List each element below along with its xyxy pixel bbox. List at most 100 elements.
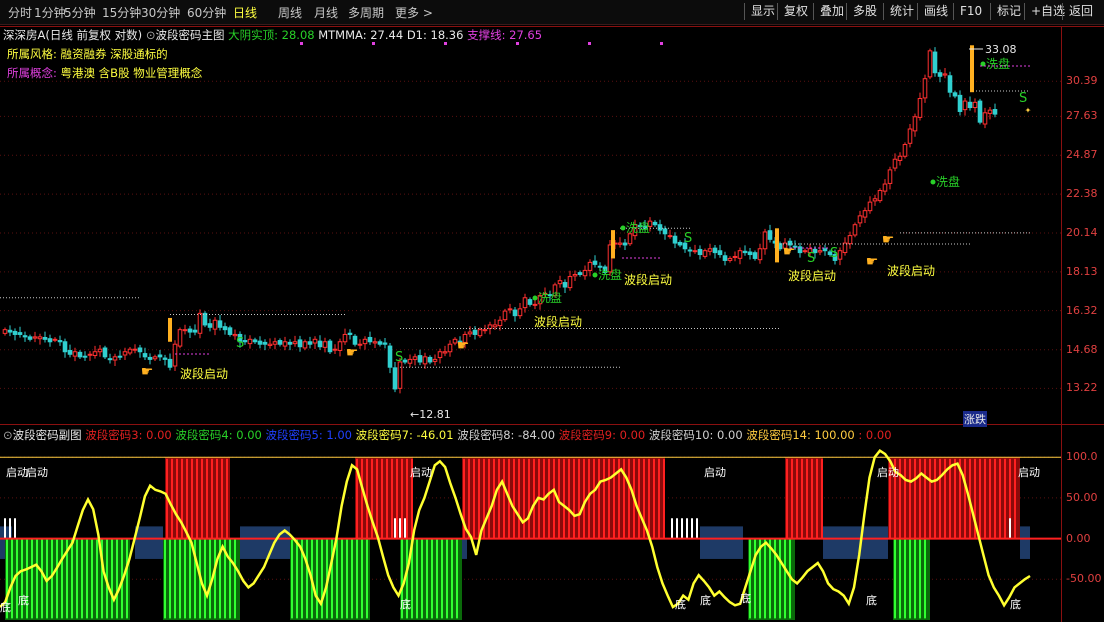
s-signal: S: [236, 336, 244, 351]
wash-label: 洗盘: [936, 174, 960, 189]
main-ytick: 24.87: [1066, 148, 1098, 162]
navy-block: [700, 526, 743, 559]
candle-body: [212, 319, 218, 330]
candle-body: [592, 260, 598, 265]
candle-body: [672, 235, 678, 244]
s-signal: S: [395, 350, 403, 365]
candle-body: [172, 343, 178, 367]
candle-body: [627, 233, 633, 245]
hand-icon: ☛: [866, 254, 879, 270]
candle-body: [577, 272, 583, 275]
low-label: ←12.81: [410, 408, 451, 421]
sub-header: ⊙波段密码副图 波段密码3: 0.00 波段密码4: 0.00 波段密码5: 1…: [3, 427, 892, 443]
sub-collapse-icon[interactable]: ⊙: [3, 428, 13, 442]
start-label: 启动: [26, 466, 48, 479]
sub-metrics-item-7: 波段密码14: 100.00: [746, 428, 859, 442]
candle-body: [12, 330, 18, 335]
candle-body: [622, 242, 628, 246]
candle-body: [77, 351, 83, 358]
hand-icon: ☛: [346, 345, 359, 361]
change-badge[interactable]: 涨跌: [963, 411, 987, 427]
hand-icon: ☛: [141, 364, 154, 380]
candle-body: [707, 248, 713, 252]
candle-body: [382, 342, 388, 345]
candle-body: [497, 319, 503, 327]
hand-icon: ☛: [882, 232, 895, 248]
wash-dot: [532, 295, 538, 301]
top-dot: [516, 42, 519, 45]
candle-body: [492, 324, 498, 328]
bottom-label: 底: [0, 600, 11, 614]
bottom-label: 底: [866, 593, 877, 607]
candle-body: [917, 98, 923, 118]
candle-body: [937, 72, 943, 77]
hand-icon: ☛: [783, 244, 796, 260]
candle-body: [742, 250, 748, 254]
candle-body: [42, 336, 48, 340]
candle-body: [992, 109, 998, 115]
candle-body: [822, 248, 828, 252]
candle-body: [392, 367, 398, 390]
sub-ytick: 0.00: [1066, 531, 1091, 545]
candle-body: [297, 339, 303, 348]
candle-body: [737, 250, 743, 259]
wash-dot: [930, 179, 936, 185]
candle-body: [287, 341, 293, 345]
navy-block: [1020, 526, 1030, 559]
start-label: 启动: [704, 466, 726, 479]
candle-body: [192, 329, 198, 333]
candle-body: [37, 336, 43, 340]
candle-body: [562, 282, 568, 288]
candle-body: [162, 357, 168, 360]
navy-block: [135, 526, 163, 559]
pane-separator[interactable]: [0, 424, 1104, 425]
candle-body: [582, 269, 588, 277]
candle-body: [692, 250, 698, 253]
candle-body: [847, 235, 853, 245]
candle-body: [302, 341, 308, 349]
candle-body: [697, 248, 703, 256]
candle-body: [72, 351, 78, 357]
candle-body: [327, 340, 333, 353]
candle-body: [872, 198, 878, 202]
launch-bar: [775, 228, 779, 263]
candle-body: [657, 224, 663, 231]
candle-body: [352, 335, 358, 345]
main-ytick: 14.68: [1066, 342, 1098, 356]
candle-body: [142, 353, 148, 358]
candle-body: [267, 343, 273, 346]
candle-body: [522, 297, 528, 309]
candle-body: [7, 329, 13, 333]
candle-body: [222, 326, 228, 331]
candle-body: [922, 78, 928, 99]
sub-metrics-item-0: 波段密码3: 0.00: [85, 428, 176, 442]
start-label: 启动: [1018, 466, 1040, 479]
candle-body: [487, 324, 493, 329]
candle-body: [347, 332, 353, 335]
candle-body: [512, 309, 518, 317]
wash-dot: [592, 272, 598, 278]
top-dot: [588, 42, 591, 45]
sub-ytick: 100.0: [1066, 450, 1098, 464]
candle-body: [952, 92, 958, 97]
candle-body: [377, 341, 383, 345]
candle-body: [82, 355, 88, 358]
candle-body: [402, 359, 408, 363]
kline-chart[interactable]: 波段启动波段启动波段启动 波段启动 波段启动洗盘洗盘洗盘洗盘洗盘SSSS SS☛☛ ☛☛…: [0, 0, 1104, 622]
candle-body: [277, 340, 283, 345]
launch-bar: [611, 230, 615, 259]
launch-label: 波段启动: [624, 272, 672, 287]
high-label: 33.08: [985, 43, 1017, 56]
candle-body: [837, 250, 843, 260]
candle-body: [747, 251, 753, 256]
y-axis-line: [1061, 26, 1062, 622]
candle-body: [862, 210, 868, 218]
bottom-label: 底: [740, 591, 751, 605]
main-ytick: 27.63: [1066, 109, 1098, 123]
candle-body: [897, 155, 903, 161]
top-dot: [660, 42, 663, 45]
launch-label: 波段启动: [788, 268, 836, 283]
candle-body: [617, 242, 623, 245]
sub-indicator-name[interactable]: 波段密码副图: [13, 428, 82, 442]
candle-body: [52, 338, 58, 341]
